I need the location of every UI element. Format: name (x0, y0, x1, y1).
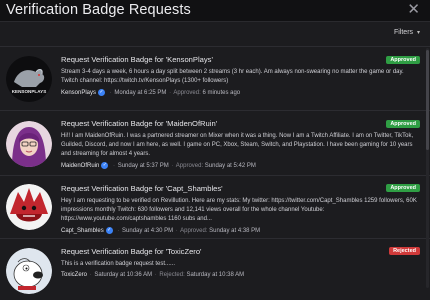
request-title[interactable]: Request Verification Badge for 'KensonPl… (61, 55, 422, 65)
request-meta: Capt_Shambles ✓ · Sunday at 4:30 PM · App… (61, 227, 261, 235)
created-time: Sunday at 4:30 PM (122, 228, 174, 235)
verified-check-icon: ✓ (101, 162, 109, 169)
created-time: Monday at 6:25 PM (114, 90, 167, 97)
scrollbar-thumb[interactable] (426, 50, 429, 150)
request-content: Request Verification Badge for 'Capt_Sha… (61, 184, 422, 234)
created-time: Sunday at 5:37 PM (117, 163, 169, 170)
verification-requests-modal: Verification Badge Requests ✕ Filters ▾ … (0, 0, 430, 300)
avatar[interactable] (6, 121, 52, 167)
request-body: Hey I am requesting to be verified on Re… (61, 198, 417, 222)
request-item[interactable]: Request Verification Badge for 'ToxicZer… (0, 238, 430, 300)
verified-check-icon: ✓ (98, 89, 106, 96)
request-item[interactable]: Request Verification Badge for 'Capt_Sha… (0, 175, 430, 238)
request-meta: KensonPlays ✓ · Monday at 6:25 PM · Appro… (61, 89, 241, 97)
request-title[interactable]: Request Verification Badge for 'MaidenOf… (61, 119, 422, 129)
username-link[interactable]: ToxicZero (61, 272, 87, 278)
decision-time: Sunday at 4:38 PM (209, 228, 261, 235)
modal-header: Verification Badge Requests ✕ (0, 0, 430, 22)
decision-label: Rejected: (159, 272, 185, 278)
request-item[interactable]: Request Verification Badge for 'MaidenOf… (0, 110, 430, 175)
request-title[interactable]: Request Verification Badge for 'Capt_Sha… (61, 184, 422, 194)
status-badge: Approved (386, 56, 420, 64)
request-title[interactable]: Request Verification Badge for 'ToxicZer… (61, 247, 422, 257)
decision-label: Approved: (173, 90, 201, 97)
close-icon[interactable]: ✕ (407, 1, 420, 19)
request-body: Stream 3-4 days a week, 6 hours a day sp… (61, 69, 404, 84)
request-content: Request Verification Badge for 'MaidenOf… (61, 119, 422, 169)
modal-title: Verification Badge Requests (6, 2, 191, 18)
decision-label: Approved: (180, 228, 208, 235)
request-content: Request Verification Badge for 'KensonPl… (61, 55, 422, 96)
avatar[interactable] (6, 248, 52, 294)
verified-check-icon: ✓ (105, 227, 113, 234)
request-item[interactable]: KENSONPLAYS Request Verification Badge f… (0, 46, 430, 110)
username-link[interactable]: Capt_Shambles (61, 228, 104, 234)
username-link[interactable]: MaidenOfRuin (61, 163, 99, 169)
chevron-down-icon: ▾ (416, 30, 420, 36)
avatar[interactable] (6, 184, 52, 230)
request-list: KENSONPLAYS Request Verification Badge f… (0, 46, 430, 300)
request-body: This is a verification badge request tes… (61, 261, 176, 267)
status-badge: Approved (386, 184, 420, 192)
filters-button[interactable]: Filters ▾ (394, 29, 420, 36)
scrollbar[interactable] (426, 48, 429, 288)
toolbar: Filters ▾ (0, 22, 430, 46)
status-badge: Rejected (389, 247, 420, 255)
avatar-logo-text: KENSONPLAYS (12, 89, 47, 94)
avatar[interactable]: KENSONPLAYS (6, 56, 52, 102)
decision-time: Saturday at 10:38 AM (186, 272, 245, 278)
status-badge: Approved (386, 120, 420, 128)
created-time: Saturday at 10:36 AM (94, 272, 153, 278)
request-meta: MaidenOfRuin ✓ · Sunday at 5:37 PM · Appr… (61, 162, 256, 170)
request-body: Hi!! I am MaidenOfRuin. I was a partnere… (61, 133, 414, 157)
filters-label: Filters (393, 29, 414, 36)
request-content: Request Verification Badge for 'ToxicZer… (61, 247, 422, 278)
decision-time: 6 minutes ago (202, 90, 241, 97)
decision-time: Sunday at 5:42 PM (204, 163, 256, 170)
username-link[interactable]: KensonPlays (61, 90, 96, 96)
request-meta: ToxicZero · Saturday at 10:36 AM · Rejec… (61, 272, 245, 278)
decision-label: Approved: (175, 163, 204, 170)
